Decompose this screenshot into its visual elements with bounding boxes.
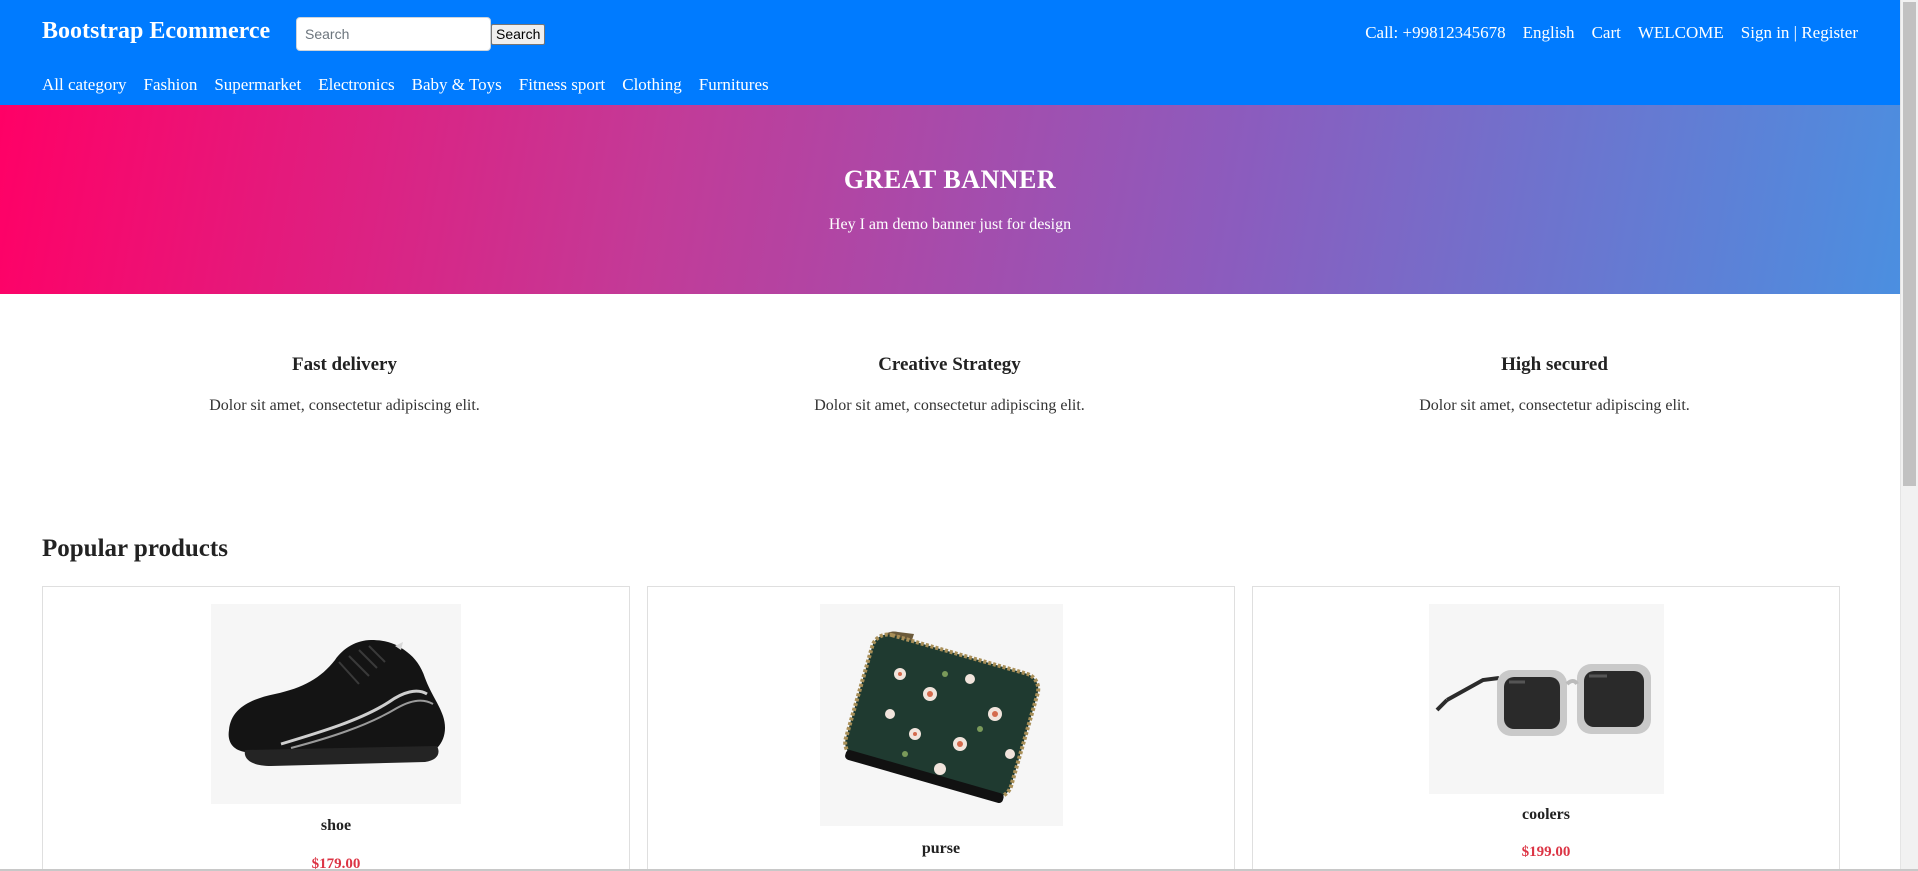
top-links: Call: +99812345678 English Cart WELCOME … <box>1365 23 1858 43</box>
feature-high-secured: High secured Dolor sit amet, consectetur… <box>1252 354 1857 415</box>
nav-item-clothing[interactable]: Clothing <box>622 75 682 95</box>
sunglasses-image[interactable] <box>1429 604 1664 794</box>
category-nav: All category Fashion Supermarket Electro… <box>42 75 769 95</box>
product-name[interactable]: purse <box>648 840 1234 858</box>
welcome-link[interactable]: WELCOME <box>1638 23 1724 43</box>
site-header: Bootstrap Ecommerce Search Call: +998123… <box>0 0 1900 105</box>
banner-title: GREAT BANNER <box>843 165 1057 194</box>
popular-products-title: Popular products <box>42 535 228 562</box>
nav-item-fitness-sport[interactable]: Fitness sport <box>519 75 605 95</box>
product-card-purse[interactable]: purse <box>647 586 1235 871</box>
sign-in-register-link[interactable]: Sign in | Register <box>1741 23 1858 43</box>
feature-fast-delivery: Fast delivery Dolor sit amet, consectetu… <box>42 354 647 415</box>
product-name[interactable]: coolers <box>1253 806 1839 824</box>
product-name[interactable]: shoe <box>43 817 629 835</box>
brand-logo[interactable]: Bootstrap Ecommerce <box>42 18 270 45</box>
language-link[interactable]: English <box>1523 23 1575 43</box>
vertical-scrollbar[interactable] <box>1900 0 1918 871</box>
nav-item-electronics[interactable]: Electronics <box>318 75 394 95</box>
feature-title: Creative Strategy <box>878 354 1021 375</box>
nav-item-furnitures[interactable]: Furnitures <box>699 75 769 95</box>
feature-title: High secured <box>1501 354 1608 375</box>
feature-description: Dolor sit amet, consectetur adipiscing e… <box>209 397 480 414</box>
cart-link[interactable]: Cart <box>1592 23 1621 43</box>
product-card-shoe[interactable]: shoe $179.00 <box>42 586 630 871</box>
feature-title: Fast delivery <box>291 354 397 375</box>
feature-creative-strategy: Creative Strategy Dolor sit amet, consec… <box>647 354 1252 415</box>
nav-item-all-category[interactable]: All category <box>42 75 127 95</box>
scrollbar-thumb[interactable] <box>1903 2 1916 486</box>
nav-item-baby-toys[interactable]: Baby & Toys <box>412 75 502 95</box>
purse-image[interactable] <box>820 604 1063 826</box>
nav-item-fashion[interactable]: Fashion <box>144 75 198 95</box>
search-input[interactable] <box>296 17 491 51</box>
search-form: Search <box>296 17 546 51</box>
banner-subtitle: Hey I am demo banner just for design <box>828 216 1072 233</box>
call-link[interactable]: Call: +99812345678 <box>1365 23 1505 43</box>
feature-description: Dolor sit amet, consectetur adipiscing e… <box>1419 397 1690 414</box>
hero-banner: GREAT BANNER Hey I am demo banner just f… <box>0 105 1900 294</box>
shoe-image[interactable] <box>211 604 461 804</box>
feature-description: Dolor sit amet, consectetur adipiscing e… <box>814 397 1085 414</box>
product-card-coolers[interactable]: coolers $199.00 <box>1252 586 1840 871</box>
search-button[interactable]: Search <box>491 23 546 45</box>
nav-item-supermarket[interactable]: Supermarket <box>214 75 301 95</box>
product-price: $199.00 <box>1521 844 1571 860</box>
